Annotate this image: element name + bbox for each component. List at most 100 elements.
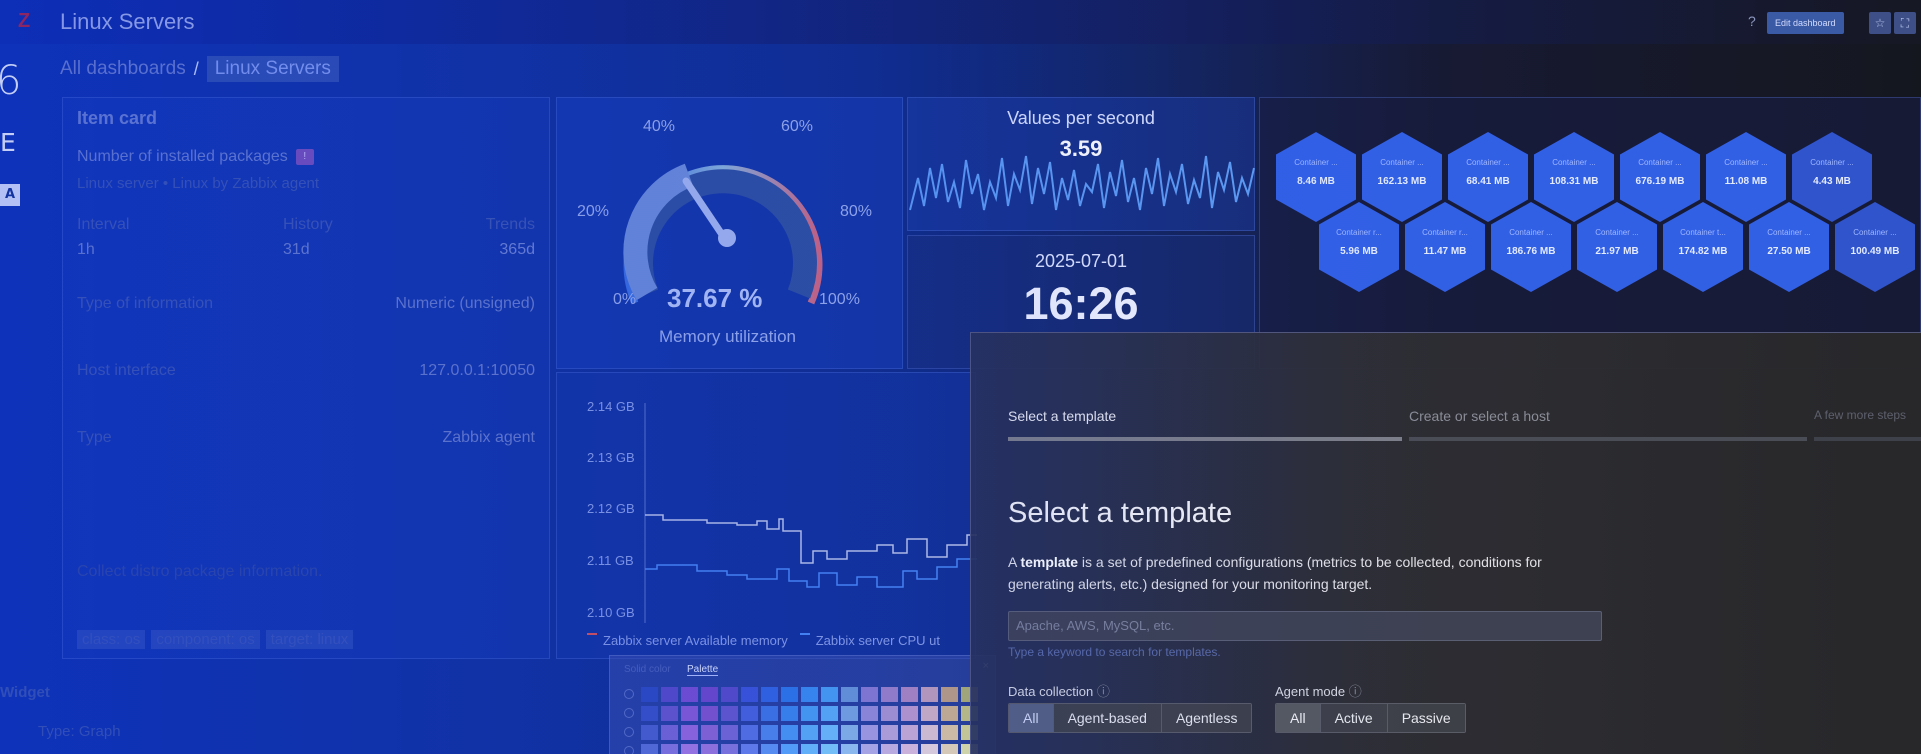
- palette-swatch[interactable]: [861, 706, 878, 721]
- palette-swatch[interactable]: [661, 744, 678, 754]
- palette-swatch[interactable]: [861, 725, 878, 740]
- palette-swatch[interactable]: [921, 706, 938, 721]
- palette-radio[interactable]: [624, 708, 634, 718]
- palette-swatch[interactable]: [641, 725, 658, 740]
- palette-swatch[interactable]: [801, 725, 818, 740]
- palette-swatch[interactable]: [701, 687, 718, 702]
- palette-swatch[interactable]: [701, 706, 718, 721]
- palette-swatch[interactable]: [681, 706, 698, 721]
- help-icon[interactable]: ?: [1748, 13, 1756, 29]
- palette-swatch[interactable]: [741, 687, 758, 702]
- palette-swatch[interactable]: [901, 706, 918, 721]
- honeycomb-cell[interactable]: Container ... 8.46 MB: [1276, 132, 1356, 222]
- palette-swatch[interactable]: [901, 725, 918, 740]
- item-name[interactable]: Number of installed packages !: [77, 148, 314, 166]
- palette-swatch[interactable]: [641, 744, 658, 754]
- data-collection-toggle[interactable]: All Agent-based Agentless: [1008, 703, 1253, 733]
- tag[interactable]: class: os: [77, 630, 146, 649]
- star-icon[interactable]: ☆: [1869, 12, 1891, 34]
- legend-entry[interactable]: Zabbix server Available memory: [603, 633, 788, 648]
- palette-swatch[interactable]: [701, 725, 718, 740]
- palette-swatch[interactable]: [881, 687, 898, 702]
- tab-palette[interactable]: Palette: [687, 664, 719, 676]
- palette-swatch[interactable]: [881, 744, 898, 754]
- palette-swatch[interactable]: [941, 687, 958, 702]
- palette-swatch[interactable]: [901, 687, 918, 702]
- step-select-template[interactable]: Select a template: [1008, 408, 1116, 424]
- tab-solid-color[interactable]: Solid color: [624, 664, 671, 675]
- palette-swatch[interactable]: [821, 706, 838, 721]
- breadcrumb-current[interactable]: Linux Servers: [206, 56, 339, 82]
- honeycomb-cell[interactable]: Container ... 676.19 MB: [1620, 132, 1700, 222]
- data-collection-all[interactable]: All: [1009, 704, 1054, 732]
- palette-swatch[interactable]: [701, 744, 718, 754]
- palette-swatch[interactable]: [781, 687, 798, 702]
- graph-widget[interactable]: 2.14 GB 2.13 GB 2.12 GB 2.11 GB 2.10 GB …: [556, 372, 977, 659]
- palette-swatch[interactable]: [721, 744, 738, 754]
- info-icon[interactable]: ⓘ: [1349, 684, 1362, 699]
- agent-mode-passive[interactable]: Passive: [1387, 704, 1465, 732]
- legend-entry[interactable]: Zabbix server CPU ut: [816, 633, 940, 648]
- palette-swatch[interactable]: [861, 687, 878, 702]
- palette-swatch[interactable]: [801, 744, 818, 754]
- palette-swatch[interactable]: [661, 706, 678, 721]
- palette-swatch[interactable]: [741, 725, 758, 740]
- palette-swatch[interactable]: [941, 744, 958, 754]
- values-per-second-widget[interactable]: Values per second 3.59: [907, 97, 1255, 231]
- gauge-widget[interactable]: 0% 20% 40% 60% 80% 100% 37.67 % Memory u…: [556, 97, 903, 369]
- palette-swatch[interactable]: [941, 725, 958, 740]
- palette-swatch[interactable]: [841, 687, 858, 702]
- agent-mode-all[interactable]: All: [1276, 704, 1321, 732]
- zabbix-logo-icon[interactable]: Z: [18, 10, 42, 34]
- item-host[interactable]: Linux server • Linux by Zabbix agent: [77, 175, 319, 192]
- step-more[interactable]: A few more steps: [1814, 408, 1906, 422]
- honeycomb-widget[interactable]: Container ... 8.46 MB Container ... 162.13…: [1259, 97, 1921, 369]
- honeycomb-cell[interactable]: Container r... 11.47 MB: [1405, 202, 1485, 292]
- palette-swatch[interactable]: [801, 687, 818, 702]
- palette-swatch[interactable]: [821, 687, 838, 702]
- palette-swatch[interactable]: [841, 706, 858, 721]
- palette-swatch[interactable]: [681, 725, 698, 740]
- honeycomb-cell[interactable]: Container t... 174.82 MB: [1663, 202, 1743, 292]
- palette-swatch[interactable]: [641, 687, 658, 702]
- palette-radio[interactable]: [624, 727, 634, 737]
- honeycomb-cell[interactable]: Container ... 108.31 MB: [1534, 132, 1614, 222]
- palette-swatch[interactable]: [641, 706, 658, 721]
- agent-mode-active[interactable]: Active: [1320, 704, 1388, 732]
- palette-swatch[interactable]: [781, 744, 798, 754]
- palette-swatch[interactable]: [681, 687, 698, 702]
- palette-swatch[interactable]: [761, 725, 778, 740]
- step-create-host[interactable]: Create or select a host: [1409, 408, 1550, 424]
- item-name-text[interactable]: Number of installed packages: [77, 148, 288, 166]
- honeycomb-cell[interactable]: Container ... 186.76 MB: [1491, 202, 1571, 292]
- honeycomb-cell[interactable]: Container ... 68.41 MB: [1448, 132, 1528, 222]
- template-search-input[interactable]: Apache, AWS, MySQL, etc.: [1008, 611, 1602, 641]
- palette-swatch[interactable]: [721, 687, 738, 702]
- honeycomb-cell[interactable]: Container ... 27.50 MB: [1749, 202, 1829, 292]
- honeycomb-cell[interactable]: Container ... 162.13 MB: [1362, 132, 1442, 222]
- data-collection-agentless[interactable]: Agentless: [1161, 704, 1252, 732]
- info-icon[interactable]: ⓘ: [1097, 684, 1110, 699]
- palette-swatch[interactable]: [921, 725, 938, 740]
- palette-swatch[interactable]: [801, 706, 818, 721]
- palette-swatch[interactable]: [921, 687, 938, 702]
- palette-swatch[interactable]: [941, 706, 958, 721]
- item-card-widget[interactable]: Item card Number of installed packages !…: [62, 97, 550, 659]
- palette-swatch[interactable]: [921, 744, 938, 754]
- honeycomb-cell[interactable]: Container ... 11.08 MB: [1706, 132, 1786, 222]
- tag[interactable]: component: os: [151, 630, 260, 649]
- palette-swatch[interactable]: [841, 744, 858, 754]
- widget-form-type[interactable]: Type: Graph: [38, 723, 121, 740]
- palette-swatch[interactable]: [821, 744, 838, 754]
- palette-swatch[interactable]: [841, 725, 858, 740]
- fullscreen-icon[interactable]: ⛶: [1894, 12, 1916, 34]
- agent-mode-toggle[interactable]: All Active Passive: [1275, 703, 1466, 733]
- palette-swatch[interactable]: [661, 725, 678, 740]
- palette-swatch[interactable]: [881, 725, 898, 740]
- data-collection-agent-based[interactable]: Agent-based: [1053, 704, 1162, 732]
- palette-swatch[interactable]: [861, 744, 878, 754]
- tag[interactable]: target: linux: [265, 630, 354, 649]
- palette-swatch[interactable]: [741, 744, 758, 754]
- palette-swatch[interactable]: [901, 744, 918, 754]
- palette-swatch[interactable]: [721, 725, 738, 740]
